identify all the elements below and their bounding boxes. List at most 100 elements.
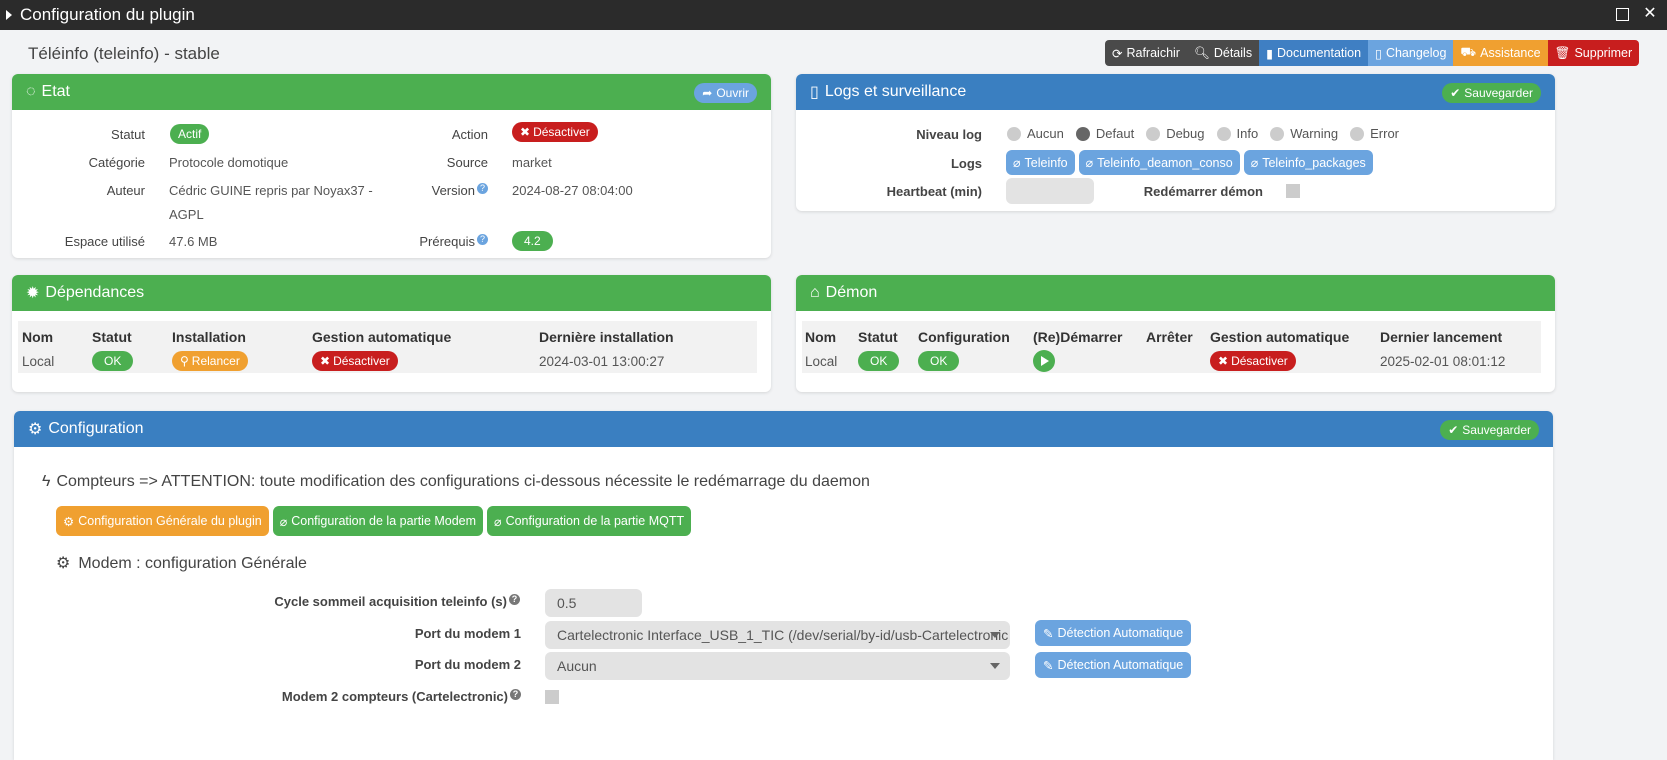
open-button[interactable]: ➦ Ouvrir <box>694 83 757 103</box>
help-icon[interactable]: ? <box>477 234 488 245</box>
search-icon: 🔍︎ <box>1193 45 1210 60</box>
modem2-label: Modem 2 compteurs (Cartelectronic)? <box>214 689 521 704</box>
refresh-button[interactable]: ⟳ Rafraichir <box>1105 40 1187 66</box>
cycle-label: Cycle sommeil acquisition teleinfo (s)? <box>214 594 520 609</box>
demon-panel: ⌂ Démon Nom Statut Configuration (Re)Dém… <box>796 275 1555 392</box>
cycle-input[interactable]: 0.5 <box>545 589 642 617</box>
log-files: ⌀ Teleinfo ⌀ Teleinfo_deamon_conso ⌀ Telein… <box>1006 150 1377 175</box>
demon-config-badge: OK <box>918 351 960 371</box>
window-titlebar: Configuration du plugin ✕ <box>0 0 1667 30</box>
etat-title: Etat <box>41 83 70 100</box>
detect-port1-button[interactable]: ✎ Détection Automatique <box>1035 620 1192 646</box>
book-icon: ▮ <box>1266 46 1273 61</box>
demon-statut-badge: OK <box>858 351 900 371</box>
config-tabs: ⚙ Configuration Générale du plugin ⌀ Confi… <box>56 506 692 536</box>
port1-select[interactable]: Cartelectronic Interface_USB_1_TIC (/dev… <box>545 621 1010 649</box>
close-icon[interactable]: ✕ <box>1641 5 1659 23</box>
details-button[interactable]: 🔍︎ Détails <box>1186 40 1260 66</box>
close-icon: ✖ <box>520 125 531 139</box>
demon-desactiver-button[interactable]: ✖ Désactiver <box>1210 351 1296 371</box>
prerequis-label: Prérequis? <box>352 234 488 249</box>
radio-debug[interactable]: Debug <box>1146 126 1205 141</box>
help-icon[interactable]: ? <box>477 183 488 194</box>
port2-select[interactable]: Aucun <box>545 652 1010 680</box>
configuration-panel: ⚙ Configuration ✔ Sauvegarder ϟ Compteurs … <box>14 411 1553 760</box>
section-title: ⚙ Modem : configuration Générale <box>56 555 307 572</box>
column-header: Statut <box>92 329 132 345</box>
documentation-button[interactable]: ▮ Documentation <box>1259 40 1369 66</box>
check-circle-icon: ✔ <box>1448 423 1459 437</box>
play-icon[interactable] <box>1033 350 1055 372</box>
cogs-icon: ⚙ <box>63 514 75 529</box>
espace-label: Espace utilisé <box>64 234 145 249</box>
delete-button[interactable]: 🗑︎ Supprimer <box>1547 40 1640 66</box>
column-header: Nom <box>805 329 837 345</box>
log-level-radios: Aucun Defaut Debug Info Warning Error <box>1007 126 1411 141</box>
file-icon: ▯ <box>810 84 819 101</box>
statut-label: Statut <box>111 127 145 142</box>
etat-panel: ◌ Etat ➦ Ouvrir Statut Actif Catégorie Pr… <box>12 74 771 258</box>
config-save-button[interactable]: ✔ Sauvegarder <box>1440 420 1539 440</box>
power-icon: ◌ <box>26 83 36 100</box>
logs-save-button[interactable]: ✔ Sauvegarder <box>1442 83 1541 103</box>
maximize-icon[interactable] <box>1616 8 1629 21</box>
radio-warning[interactable]: Warning <box>1270 126 1338 141</box>
changelog-button[interactable]: ▯ Changelog <box>1368 40 1454 66</box>
chevron-down-icon <box>990 663 1000 669</box>
truck-icon: ⛟ <box>1460 45 1477 59</box>
help-icon[interactable]: ? <box>509 594 520 605</box>
heartbeat-input[interactable] <box>1006 178 1094 204</box>
radio-defaut[interactable]: Defaut <box>1075 126 1134 141</box>
share-icon: ➦ <box>702 86 713 100</box>
column-header: Gestion automatique <box>1210 329 1350 345</box>
column-header: Dernière installation <box>539 329 674 345</box>
top-action-bar: ⟳ Rafraichir 🔍︎ Détails ▮ Documentation ▯ Ch… <box>1105 40 1640 66</box>
niveau-log-label: Niveau log <box>916 127 982 142</box>
caret-icon <box>6 10 12 20</box>
desactiver-button[interactable]: ✖ Désactiver <box>512 122 598 142</box>
bicycle-icon: ⚲ <box>180 354 189 368</box>
relancer-button[interactable]: ⚲ Relancer <box>172 351 248 371</box>
espace-value: 47.6 MB <box>169 234 218 249</box>
paperclip-icon: ⌀ <box>1013 156 1021 170</box>
radio-error[interactable]: Error <box>1350 126 1399 141</box>
modem2-checkbox[interactable] <box>545 690 559 704</box>
statut-badge: Actif <box>170 124 210 144</box>
logs-label: Logs <box>950 156 982 171</box>
logs-panel: ▯ Logs et surveillance ✔ Sauvegarder Nive… <box>796 74 1555 211</box>
tab-modem[interactable]: ⌀ Configuration de la partie Modem <box>272 506 484 536</box>
help-icon[interactable]: ? <box>510 689 521 700</box>
categorie-value: Protocole domotique <box>169 155 289 170</box>
radio-aucun[interactable]: Aucun <box>1007 126 1064 141</box>
chevron-down-icon <box>990 632 1000 638</box>
column-header: Dernier lancement <box>1380 329 1503 345</box>
tab-mqtt[interactable]: ⌀ Configuration de la partie MQTT <box>487 506 692 536</box>
restart-daemon-checkbox[interactable] <box>1286 184 1300 198</box>
column-header: Installation <box>172 329 246 345</box>
categorie-label: Catégorie <box>88 155 145 170</box>
configuration-header: ⚙ Configuration ✔ Sauvegarder <box>14 411 1553 447</box>
plugin-title: Téléinfo (teleinfo) - stable <box>28 44 220 63</box>
log-file-button[interactable]: ⌀ Teleinfo_packages <box>1243 150 1373 175</box>
auteur-value: Cédric GUINE repris par Noyax37 - <box>169 183 373 198</box>
log-file-button[interactable]: ⌀ Teleinfo <box>1006 150 1075 175</box>
dependances-header: ✹ Dépendances <box>12 275 771 311</box>
detect-port2-button[interactable]: ✎ Détection Automatique <box>1035 652 1192 678</box>
assistance-button[interactable]: ⛟ Assistance <box>1453 40 1548 66</box>
bolt-icon: ϟ <box>42 473 51 490</box>
source-value: market <box>512 155 552 170</box>
tab-general[interactable]: ⚙ Configuration Générale du plugin <box>56 506 269 536</box>
dep-desactiver-button[interactable]: ✖ Désactiver <box>312 351 398 371</box>
university-icon: ⌂ <box>810 284 820 301</box>
auteur-value-line2: AGPL <box>169 207 204 222</box>
window-title: Configuration du plugin <box>20 5 195 24</box>
log-file-button[interactable]: ⌀ Teleinfo_deamon_conso <box>1078 150 1240 175</box>
column-header: Arrêter <box>1146 329 1193 345</box>
etat-header: ◌ Etat ➦ Ouvrir <box>12 74 771 110</box>
radio-info[interactable]: Info <box>1216 126 1258 141</box>
column-header: (Re)Démarrer <box>1033 329 1123 345</box>
certificate-icon: ✹ <box>26 285 40 302</box>
dependances-table: Nom Statut Installation Gestion automati… <box>18 321 757 373</box>
gear-icon: ⚙ <box>56 555 71 572</box>
source-label: Source <box>446 155 488 170</box>
